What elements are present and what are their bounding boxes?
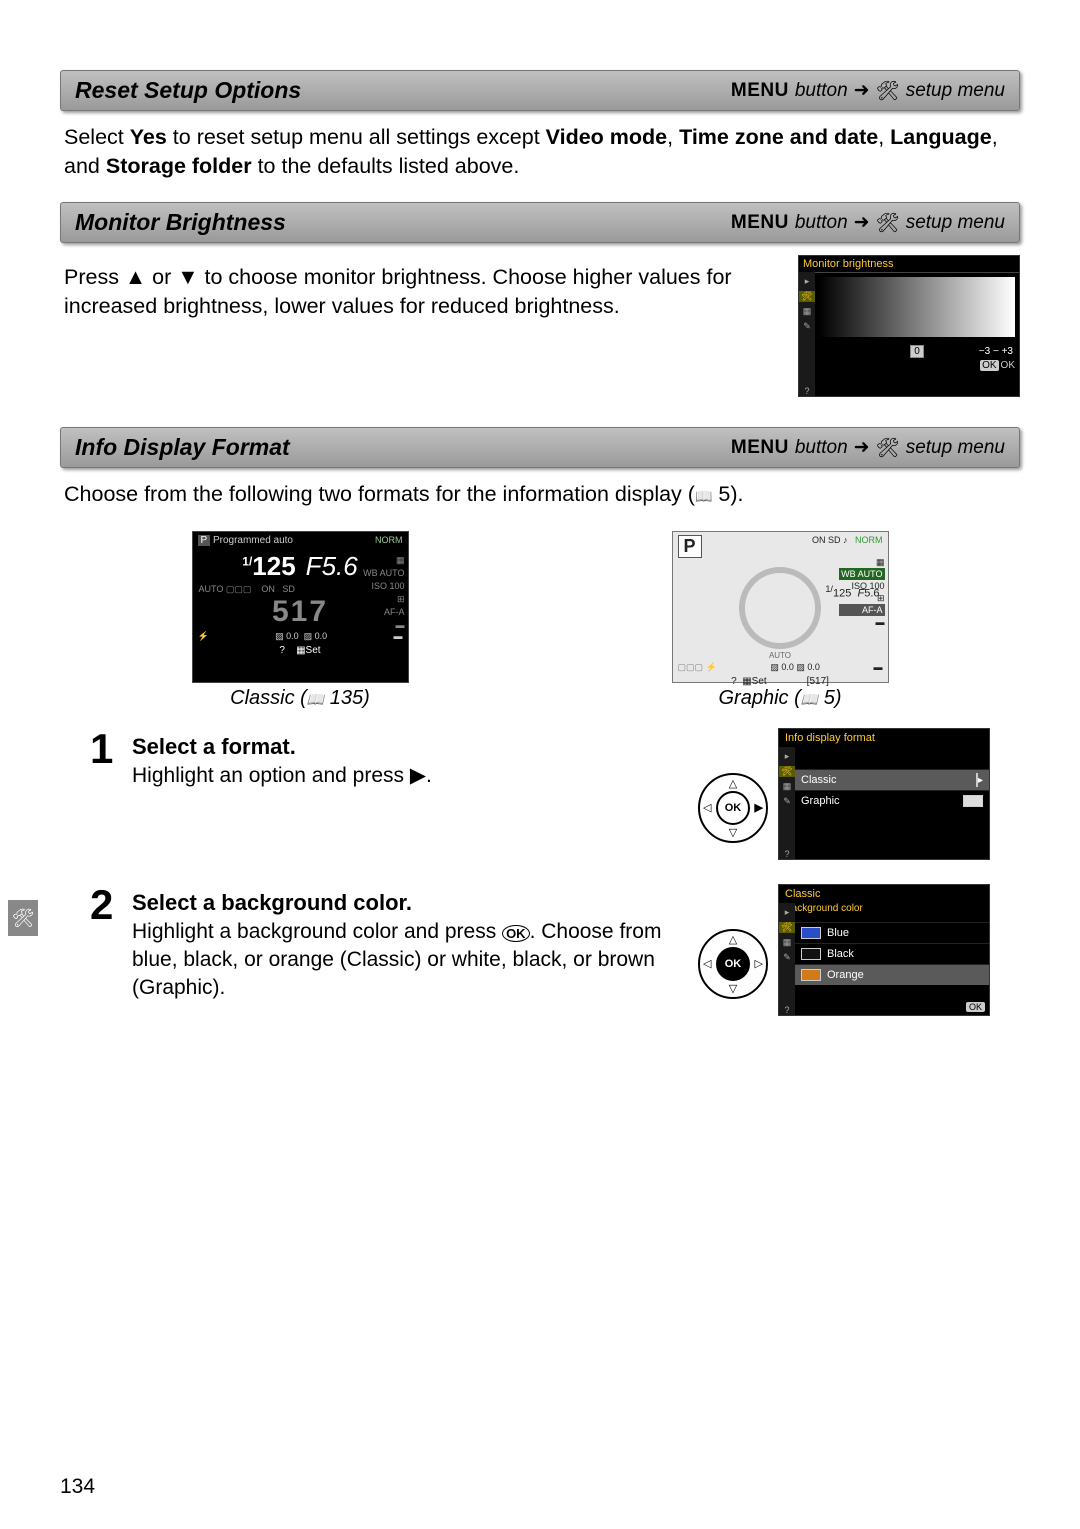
step-title: Select a background color. (132, 890, 690, 916)
reset-body: Select Yes to reset setup menu all setti… (64, 123, 1016, 180)
left-triangle-icon: ◁ (703, 957, 711, 970)
breadcrumb-reset: MENU button ➜ 🛠 setup menu (731, 79, 1005, 103)
ss-title: Monitor brightness (799, 256, 1019, 273)
ok-inline-icon: OK (502, 925, 530, 942)
arrow-icon: ➜ (854, 79, 870, 102)
down-triangle-icon: ▽ (729, 826, 737, 839)
ok-badge: OK (980, 360, 998, 371)
wrench-icon: 🛠 (876, 211, 900, 235)
step-text: Highlight an option and press ▶. (132, 762, 690, 790)
section-header-info: Info Display Format MENU button ➜ 🛠 setu… (60, 427, 1020, 468)
step-number: 1 (90, 728, 124, 770)
arrow-icon: ➜ (854, 436, 870, 459)
book-icon (801, 687, 818, 709)
menu-item-blue[interactable]: Blue (795, 922, 989, 943)
menu-item-orange[interactable]: Orange (795, 964, 989, 985)
ok-ring: OK (716, 791, 750, 825)
up-triangle-icon: △ (729, 933, 737, 946)
info-intro: Choose from the following two formats fo… (64, 480, 1016, 509)
left-triangle-icon: ◁ (703, 801, 711, 814)
menu-item-classic[interactable]: Classic ▸ (795, 769, 989, 790)
question-icon: ? (279, 645, 285, 656)
brightness-body: Press ▲ or ▼ to choose monitor brightnes… (64, 263, 774, 320)
bg-color-menu-screenshot: Classic Background color ▸🛠▦✎? Blue Blac… (778, 884, 990, 1016)
graphic-format-screenshot: P ON SD ♪ NORM ▦ WB AUTO ISO 100 ⊞ AF-A … (672, 531, 889, 683)
step-2: 2 Select a background color. Highlight a… (90, 884, 990, 1016)
classic-label: Classic ( 135) (192, 687, 409, 710)
brightness-scale: 0 −3 − +3 (815, 341, 1019, 360)
menu-label: MENU (731, 80, 789, 102)
step-text: Highlight a background color and press O… (132, 918, 690, 1003)
setup-menu-label: setup menu (906, 80, 1005, 102)
wrench-icon: 🛠 (876, 79, 900, 103)
ss-sidebar: ▸🛠▦✎? (799, 272, 815, 396)
breadcrumb-brightness: MENU button ➜ 🛠 setup menu (731, 211, 1005, 235)
section-title: Monitor Brightness (75, 209, 286, 236)
step-number: 2 (90, 884, 124, 926)
menu-item-black[interactable]: Black (795, 943, 989, 964)
side-tab-icon: 🛠 (8, 900, 38, 936)
info-format-menu-screenshot: Info display format ▸🛠▦✎? Classic ▸ Grap… (778, 728, 990, 860)
step-1: 1 Select a format. Highlight an option a… (90, 728, 990, 860)
arrow-icon: ➜ (854, 211, 870, 234)
down-triangle-icon: ▽ (729, 982, 737, 995)
section-title: Info Display Format (75, 434, 290, 461)
brightness-screenshot: Monitor brightness ▸🛠▦✎? 0 −3 − +3 OKOK (798, 255, 1020, 397)
graphic-label: Graphic ( 5) (672, 687, 889, 710)
section-header-brightness: Monitor Brightness MENU button ➜ 🛠 setup… (60, 202, 1020, 243)
wrench-icon: 🛠 (876, 436, 900, 460)
ok-ring-active: OK (716, 947, 750, 981)
step-title: Select a format. (132, 734, 690, 760)
right-triangle-icon: ▶ (755, 801, 763, 814)
chevron-right-icon: ▸ (978, 775, 983, 786)
book-icon (695, 482, 712, 506)
ok-badge: OK (966, 1002, 985, 1012)
up-triangle-icon: △ (729, 777, 737, 790)
section-header-reset: Reset Setup Options MENU button ➜ 🛠 setu… (60, 70, 1020, 111)
classic-format-screenshot: P Programmed auto NORM 1/125 F5.6 ▦ WB A… (192, 531, 409, 683)
format-examples: P Programmed auto NORM 1/125 F5.6 ▦ WB A… (60, 531, 1020, 710)
gradient-chart (815, 273, 1019, 341)
aperture-ring-icon (739, 567, 821, 649)
menu-item-graphic[interactable]: Graphic (795, 790, 989, 811)
ss-sidebar: ▸🛠▦✎? (779, 903, 795, 1015)
question-icon: ? (731, 676, 737, 687)
button-word: button (795, 80, 848, 102)
breadcrumb-info: MENU button ➜ 🛠 setup menu (731, 436, 1005, 460)
section-title: Reset Setup Options (75, 77, 301, 104)
multi-selector-icon: △ ▽ ◁ ▷ OK (698, 929, 768, 999)
right-triangle-icon: ▷ (755, 957, 763, 970)
page-number: 134 (60, 1475, 95, 1499)
book-icon (307, 687, 324, 709)
ss-sidebar: ▸🛠▦✎? (779, 747, 795, 859)
multi-selector-icon: △ ▽ ◁ ▶ OK (698, 773, 768, 843)
